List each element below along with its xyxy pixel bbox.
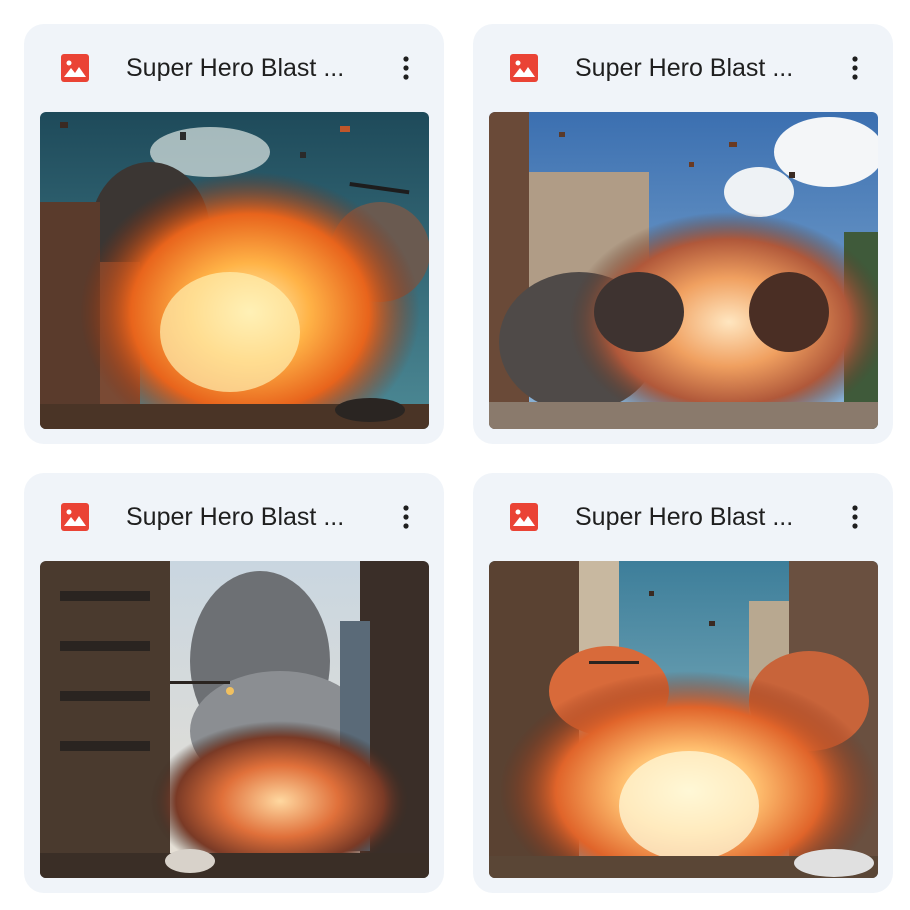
image-file-icon <box>61 503 89 531</box>
more-vert-icon[interactable] <box>386 48 426 88</box>
file-thumbnail[interactable] <box>40 112 429 429</box>
file-card[interactable]: Super Hero Blast ... <box>24 473 444 893</box>
file-name: Super Hero Blast ... <box>126 54 345 82</box>
file-thumbnail[interactable] <box>489 561 878 878</box>
file-thumbnail[interactable] <box>489 112 878 429</box>
file-name: Super Hero Blast ... <box>575 54 794 82</box>
more-vert-icon[interactable] <box>386 497 426 537</box>
file-name: Super Hero Blast ... <box>126 503 345 531</box>
file-card-header: Super Hero Blast ... <box>24 473 444 561</box>
file-card-header: Super Hero Blast ... <box>24 24 444 112</box>
file-card[interactable]: Super Hero Blast ... <box>24 24 444 444</box>
file-card[interactable]: Super Hero Blast ... <box>473 473 893 893</box>
file-name: Super Hero Blast ... <box>575 503 794 531</box>
file-card[interactable]: Super Hero Blast ... <box>473 24 893 444</box>
file-card-header: Super Hero Blast ... <box>473 24 893 112</box>
file-thumbnail[interactable] <box>40 561 429 878</box>
file-card-header: Super Hero Blast ... <box>473 473 893 561</box>
image-file-icon <box>61 54 89 82</box>
more-vert-icon[interactable] <box>835 48 875 88</box>
image-file-icon <box>510 503 538 531</box>
image-file-icon <box>510 54 538 82</box>
more-vert-icon[interactable] <box>835 497 875 537</box>
